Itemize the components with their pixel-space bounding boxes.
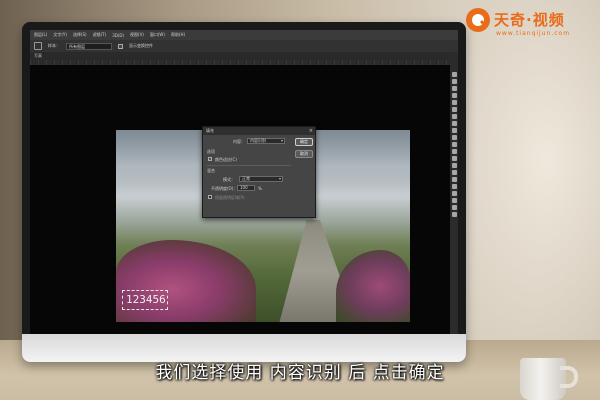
opacity-label: 不透明度(O)： xyxy=(211,186,238,191)
divider xyxy=(207,165,291,166)
dodge-icon[interactable] xyxy=(451,149,457,154)
transform-controls-checkbox[interactable] xyxy=(118,43,123,49)
mode-select-value: 正常 xyxy=(242,176,250,181)
menu-select[interactable]: 选择(S) xyxy=(73,32,87,38)
ok-button[interactable]: 确定 xyxy=(295,138,313,146)
move-tool-icon[interactable] xyxy=(451,72,457,77)
mode-select[interactable]: 正常 ▾ xyxy=(239,176,283,182)
photoshop-window: 图层(L) 文字(Y) 选择(S) 滤镜(T) 3D(D) 视图(V) 窗口(W… xyxy=(30,30,458,334)
brush-icon[interactable] xyxy=(451,107,457,112)
content-select[interactable]: 内容识别 ▾ xyxy=(247,138,285,144)
eraser-icon[interactable] xyxy=(451,128,457,133)
logo-name: 天奇·视频 xyxy=(494,11,565,29)
quick-mask-icon[interactable] xyxy=(451,205,457,210)
content-label: 内容： xyxy=(233,139,245,144)
eyedropper-icon[interactable] xyxy=(451,100,457,105)
preserve-transparency-checkbox[interactable] xyxy=(208,195,212,199)
screen-mode-icon[interactable] xyxy=(451,212,457,217)
color-swatch-icon[interactable] xyxy=(451,198,457,203)
type-tool-icon[interactable] xyxy=(451,163,457,168)
video-subtitle: 我们选择使用 内容识别 后 点击确定 xyxy=(155,363,445,383)
logo-domain: www.tianqijun.com xyxy=(496,30,571,37)
cancel-button[interactable]: 取消 xyxy=(295,150,313,158)
mode-label: 模式： xyxy=(223,177,235,182)
menu-view[interactable]: 视图(V) xyxy=(130,32,144,38)
opacity-input[interactable]: 100 xyxy=(237,185,255,191)
monitor: 图层(L) 文字(Y) 选择(S) 滤镜(T) 3D(D) 视图(V) 窗口(W… xyxy=(22,22,466,362)
marquee-tool-icon[interactable] xyxy=(451,79,457,84)
crop-tool-icon[interactable] xyxy=(451,93,457,98)
lasso-tool-icon[interactable] xyxy=(34,42,42,50)
fill-dialog: 填充 × 内容： 内容识别 ▾ 确定 取消 选项 ✓ 颜色适应(C) 混合 模式… xyxy=(202,126,316,218)
stamp-icon[interactable] xyxy=(451,114,457,119)
document-tab[interactable]: 写真 xyxy=(30,52,450,60)
options-label: 选项 xyxy=(207,149,215,154)
transform-controls-label: 显示变换控件 xyxy=(129,43,153,48)
menu-layer[interactable]: 图层(L) xyxy=(34,32,47,38)
chevron-down-icon: ▾ xyxy=(280,138,283,143)
ruler xyxy=(30,60,450,65)
close-icon[interactable]: × xyxy=(309,128,313,134)
options-bar: 样本： 所有图层 显示变换控件 xyxy=(30,40,458,52)
selected-text: 123456 xyxy=(126,293,166,306)
sample-label: 样本： xyxy=(48,43,60,48)
chevron-down-icon: ▾ xyxy=(278,176,281,181)
menu-type[interactable]: 文字(Y) xyxy=(53,32,67,38)
menu-help[interactable]: 帮助(H) xyxy=(171,32,185,38)
sample-select[interactable]: 所有图层 xyxy=(66,42,112,50)
shape-tool-icon[interactable] xyxy=(451,177,457,182)
menu-filter[interactable]: 滤镜(T) xyxy=(93,32,107,38)
hand-tool-icon[interactable] xyxy=(451,184,457,189)
heather-right xyxy=(336,250,410,322)
menu-window[interactable]: 窗口(W) xyxy=(150,32,165,38)
menu-3d[interactable]: 3D(D) xyxy=(112,33,124,38)
blur-icon[interactable] xyxy=(451,142,457,147)
menu-bar: 图层(L) 文字(Y) 选择(S) 滤镜(T) 3D(D) 视图(V) 窗口(W… xyxy=(30,30,458,40)
color-adapt-label: 颜色适应(C) xyxy=(215,157,237,162)
gradient-icon[interactable] xyxy=(451,135,457,140)
fill-dialog-title: 填充 xyxy=(203,127,315,135)
logo-icon xyxy=(466,8,490,32)
history-brush-icon[interactable] xyxy=(451,121,457,126)
content-select-value: 内容识别 xyxy=(250,138,266,143)
tools-panel xyxy=(450,52,458,334)
pen-icon[interactable] xyxy=(451,156,457,161)
preserve-transparency-label: 保留透明区域(P) xyxy=(215,195,245,200)
opacity-unit: % xyxy=(258,186,262,191)
logo: 天奇·视频 xyxy=(466,8,565,32)
color-adapt-checkbox[interactable]: ✓ xyxy=(208,157,212,161)
lasso-icon[interactable] xyxy=(451,86,457,91)
blend-label: 混合 xyxy=(207,168,215,173)
zoom-tool-icon[interactable] xyxy=(451,191,457,196)
path-select-icon[interactable] xyxy=(451,170,457,175)
